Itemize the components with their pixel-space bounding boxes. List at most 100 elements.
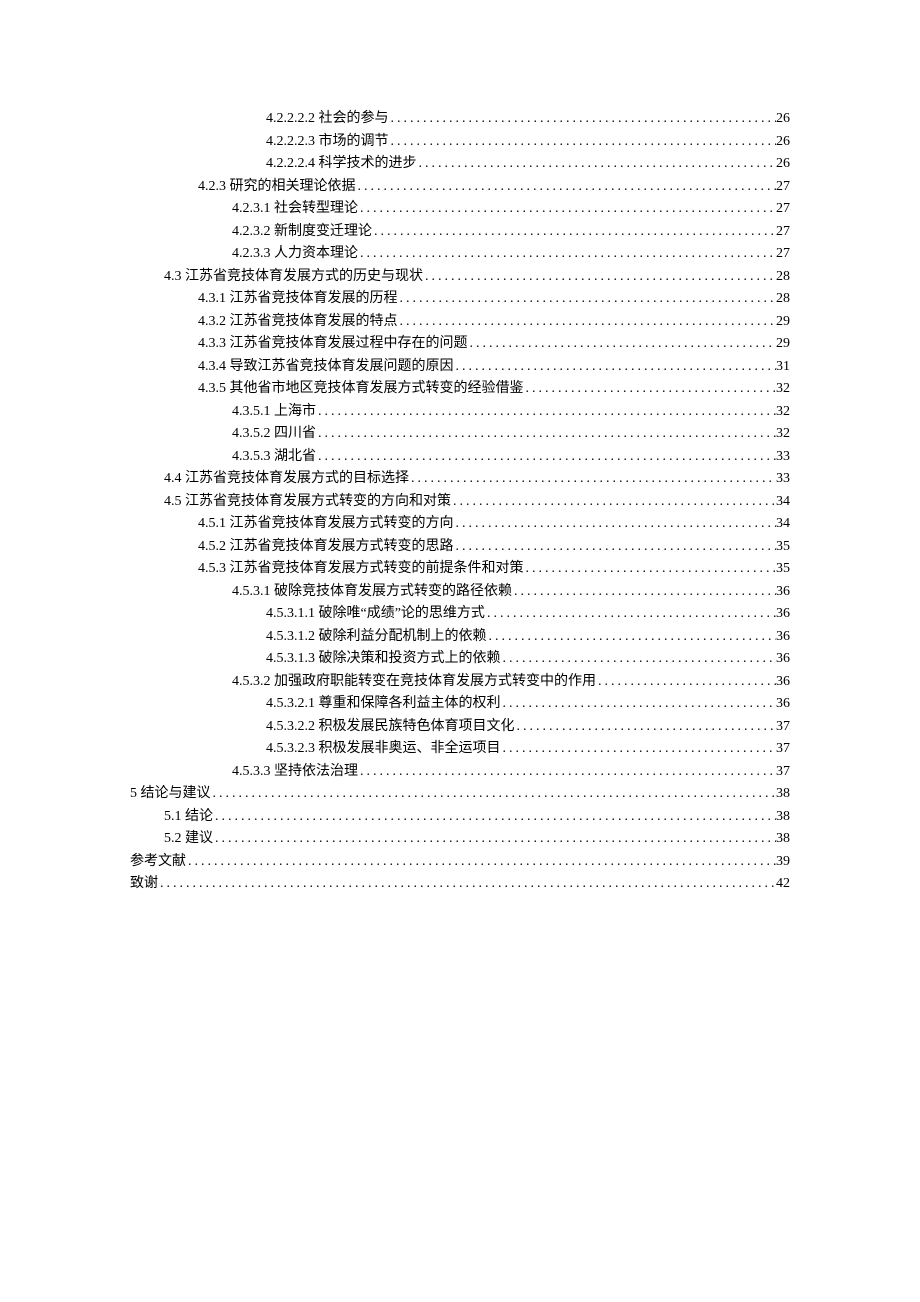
toc-entry: 4.5.3.2.2 积极发展民族特色体育项目文化................… bbox=[130, 716, 790, 739]
toc-entry-number: 4.5.3.1.3 bbox=[266, 651, 315, 666]
toc-leader-dots: ........................................… bbox=[454, 536, 777, 559]
toc-entry-page: 32 bbox=[776, 401, 790, 424]
toc-entry-number: 4.5.3.1.1 bbox=[266, 606, 315, 621]
toc-entry-number: 4.5.3.2.3 bbox=[266, 741, 315, 756]
toc-entry-page: 26 bbox=[776, 153, 790, 176]
toc-entry-label: 4.2.3.3 人力资本理论 bbox=[232, 243, 358, 266]
toc-entry-number: 5.2 bbox=[164, 831, 182, 846]
toc-leader-dots: ........................................… bbox=[358, 198, 776, 221]
toc-leader-dots: ........................................… bbox=[451, 491, 776, 514]
toc-leader-dots: ........................................… bbox=[372, 221, 776, 244]
toc-entry-title: 结论 bbox=[185, 809, 213, 824]
toc-entry-title: 江苏省竞技体育发展的特点 bbox=[230, 314, 398, 329]
toc-entry-title: 建议 bbox=[185, 831, 213, 846]
toc-entry: 4.2.2.2.2 社会的参与.........................… bbox=[130, 108, 790, 131]
toc-leader-dots: ........................................… bbox=[417, 153, 777, 176]
toc-leader-dots: ........................................… bbox=[389, 131, 777, 154]
toc-entry-label: 4.2.3.1 社会转型理论 bbox=[232, 198, 358, 221]
toc-entry-number: 4.3.5.3 bbox=[232, 449, 271, 464]
toc-leader-dots: ........................................… bbox=[524, 378, 777, 401]
toc-entry-label: 4.2.2.2.3 市场的调节 bbox=[266, 131, 389, 154]
toc-entry-label: 4.5.3.3 坚持依法治理 bbox=[232, 761, 358, 784]
toc-entry-number: 4.5.3.2.2 bbox=[266, 719, 315, 734]
toc-leader-dots: ........................................… bbox=[158, 873, 776, 896]
toc-entry-label: 4.3.5 其他省市地区竞技体育发展方式转变的经验借鉴 bbox=[198, 378, 524, 401]
toc-entry-label: 4.5.1 江苏省竞技体育发展方式转变的方向 bbox=[198, 513, 454, 536]
toc-entry-title: 江苏省竞技体育发展过程中存在的问题 bbox=[230, 336, 468, 351]
toc-leader-dots: ........................................… bbox=[485, 603, 776, 626]
toc-entry-page: 38 bbox=[776, 783, 790, 806]
toc-entry-title: 破除利益分配机制上的依赖 bbox=[319, 629, 487, 644]
toc-entry: 4.2.3.3 人力资本理论..........................… bbox=[130, 243, 790, 266]
toc-entry-number: 4.5.3.2 bbox=[232, 674, 271, 689]
toc-entry-page: 38 bbox=[776, 806, 790, 829]
toc-entry: 4.3.3 江苏省竞技体育发展过程中存在的问题.................… bbox=[130, 333, 790, 356]
toc-entry-label: 4.3.4 导致江苏省竞技体育发展问题的原因 bbox=[198, 356, 454, 379]
toc-entry-number: 4.3.5 bbox=[198, 381, 226, 396]
toc-entry: 4.5.3.1.3 破除决策和投资方式上的依赖.................… bbox=[130, 648, 790, 671]
toc-entry-label: 4.5.3.1 破除竞技体育发展方式转变的路径依赖 bbox=[232, 581, 512, 604]
toc-entry-label: 4.5.3.1.3 破除决策和投资方式上的依赖 bbox=[266, 648, 501, 671]
toc-entry-number: 4.2.3.1 bbox=[232, 201, 271, 216]
toc-entry-label: 4.3 江苏省竞技体育发展方式的历史与现状 bbox=[164, 266, 423, 289]
toc-entry-title: 湖北省 bbox=[274, 449, 316, 464]
toc-entry-label: 4.2.2.2.4 科学技术的进步 bbox=[266, 153, 417, 176]
toc-entry-title: 四川省 bbox=[274, 426, 316, 441]
toc-entry-number: 4.5.3.2.1 bbox=[266, 696, 315, 711]
toc-entry-title: 社会转型理论 bbox=[274, 201, 358, 216]
toc-leader-dots: ........................................… bbox=[398, 288, 777, 311]
toc-entry-label: 4.5.3.2 加强政府职能转变在竞技体育发展方式转变中的作用 bbox=[232, 671, 596, 694]
toc-entry-title: 破除决策和投资方式上的依赖 bbox=[319, 651, 501, 666]
toc-entry-page: 36 bbox=[776, 581, 790, 604]
toc-entry-number: 4.3.2 bbox=[198, 314, 226, 329]
toc-leader-dots: ........................................… bbox=[468, 333, 777, 356]
toc-entry-number: 4.2.3 bbox=[198, 179, 226, 194]
toc-entry-label: 4.2.2.2.2 社会的参与 bbox=[266, 108, 389, 131]
toc-entry-number: 4.3.1 bbox=[198, 291, 226, 306]
toc-entry-title: 江苏省竞技体育发展方式的目标选择 bbox=[185, 471, 409, 486]
page-container: 4.2.2.2.2 社会的参与.........................… bbox=[0, 0, 920, 1302]
toc-entry: 致谢......................................… bbox=[130, 873, 790, 896]
toc-entry-page: 31 bbox=[776, 356, 790, 379]
toc-entry: 4.5.1 江苏省竞技体育发展方式转变的方向..................… bbox=[130, 513, 790, 536]
toc-leader-dots: ........................................… bbox=[409, 468, 776, 491]
toc-entry-number: 4.2.2.2.4 bbox=[266, 156, 315, 171]
toc-entry: 4.3.5.3 湖北省.............................… bbox=[130, 446, 790, 469]
toc-entry-number: 4.5 bbox=[164, 494, 182, 509]
toc-entry-label: 4.3.1 江苏省竞技体育发展的历程 bbox=[198, 288, 398, 311]
toc-entry: 4.2.2.2.4 科学技术的进步.......................… bbox=[130, 153, 790, 176]
toc-leader-dots: ........................................… bbox=[358, 243, 776, 266]
toc-entry-title: 江苏省竞技体育发展方式转变的前提条件和对策 bbox=[230, 561, 524, 576]
toc-entry-title: 其他省市地区竞技体育发展方式转变的经验借鉴 bbox=[230, 381, 524, 396]
toc-entry-label: 4.3.5.1 上海市 bbox=[232, 401, 316, 424]
toc-entry-page: 34 bbox=[776, 513, 790, 536]
toc-entry-page: 36 bbox=[776, 626, 790, 649]
toc-entry-label: 4.5.3.2.1 尊重和保障各利益主体的权利 bbox=[266, 693, 501, 716]
toc-leader-dots: ........................................… bbox=[356, 176, 777, 199]
toc-entry-page: 33 bbox=[776, 446, 790, 469]
toc-entry-number: 4.3.3 bbox=[198, 336, 226, 351]
toc-entry-label: 4.5.3 江苏省竞技体育发展方式转变的前提条件和对策 bbox=[198, 558, 524, 581]
toc-entry-page: 28 bbox=[776, 266, 790, 289]
toc-entry-label: 4.5.3.2.3 积极发展非奥运、非全运项目 bbox=[266, 738, 501, 761]
toc-entry-label: 4.3.5.3 湖北省 bbox=[232, 446, 316, 469]
toc-entry-page: 27 bbox=[776, 198, 790, 221]
toc-entry-page: 26 bbox=[776, 131, 790, 154]
toc-leader-dots: ........................................… bbox=[358, 761, 776, 784]
toc-entry-number: 4.2.2.2.3 bbox=[266, 134, 315, 149]
toc-entry: 5.1 结论..................................… bbox=[130, 806, 790, 829]
toc-entry-page: 26 bbox=[776, 108, 790, 131]
toc-entry-page: 27 bbox=[776, 243, 790, 266]
toc-entry: 4.2.3.2 新制度变迁理论.........................… bbox=[130, 221, 790, 244]
toc-leader-dots: ........................................… bbox=[501, 693, 777, 716]
toc-entry-page: 34 bbox=[776, 491, 790, 514]
toc-entry: 4.4 江苏省竞技体育发展方式的目标选择....................… bbox=[130, 468, 790, 491]
toc-entry: 4.5.2 江苏省竞技体育发展方式转变的思路..................… bbox=[130, 536, 790, 559]
toc-entry-page: 33 bbox=[776, 468, 790, 491]
toc-entry-page: 32 bbox=[776, 378, 790, 401]
toc-entry: 5 结论与建议.................................… bbox=[130, 783, 790, 806]
toc-entry-label: 参考文献 bbox=[130, 851, 186, 874]
toc-entry-label: 5.1 结论 bbox=[164, 806, 213, 829]
toc-entry: 参考文献....................................… bbox=[130, 851, 790, 874]
toc-entry-number: 4.5.2 bbox=[198, 539, 226, 554]
